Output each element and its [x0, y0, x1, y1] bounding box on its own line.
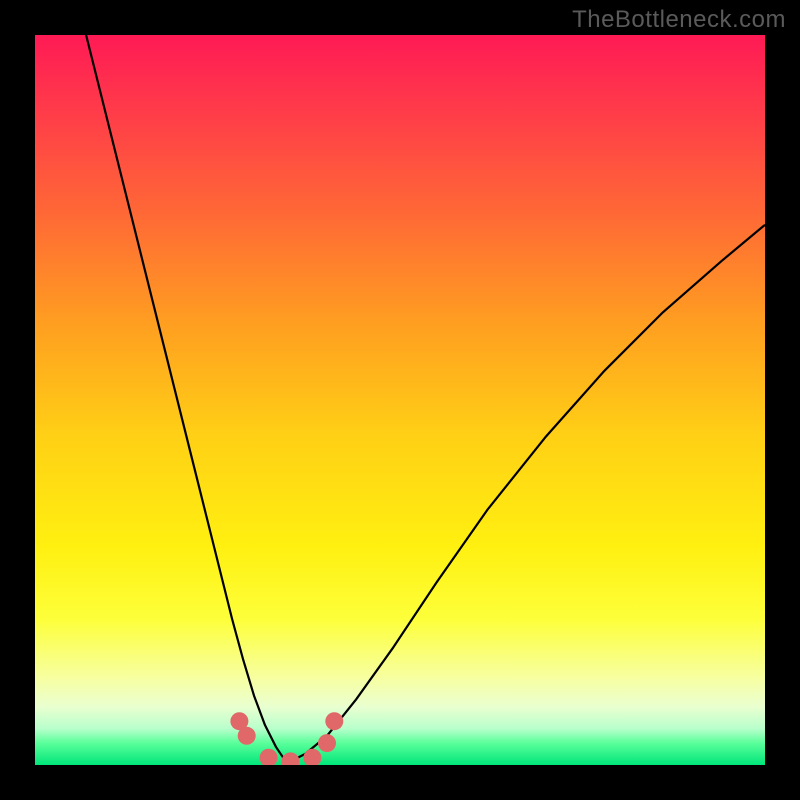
bottleneck-curve [86, 35, 765, 761]
curve-overlay [35, 35, 765, 765]
data-dot [282, 752, 300, 765]
chart-frame: TheBottleneck.com [0, 0, 800, 800]
data-dot [238, 727, 256, 745]
data-dot [260, 749, 278, 765]
watermark-text: TheBottleneck.com [572, 6, 786, 34]
data-dot [318, 734, 336, 752]
curve-left-branch [86, 35, 290, 761]
plot-area [35, 35, 765, 765]
data-dot [303, 749, 321, 765]
curve-right-branch [291, 225, 766, 762]
bottom-data-dots [230, 712, 343, 765]
data-dot [325, 712, 343, 730]
